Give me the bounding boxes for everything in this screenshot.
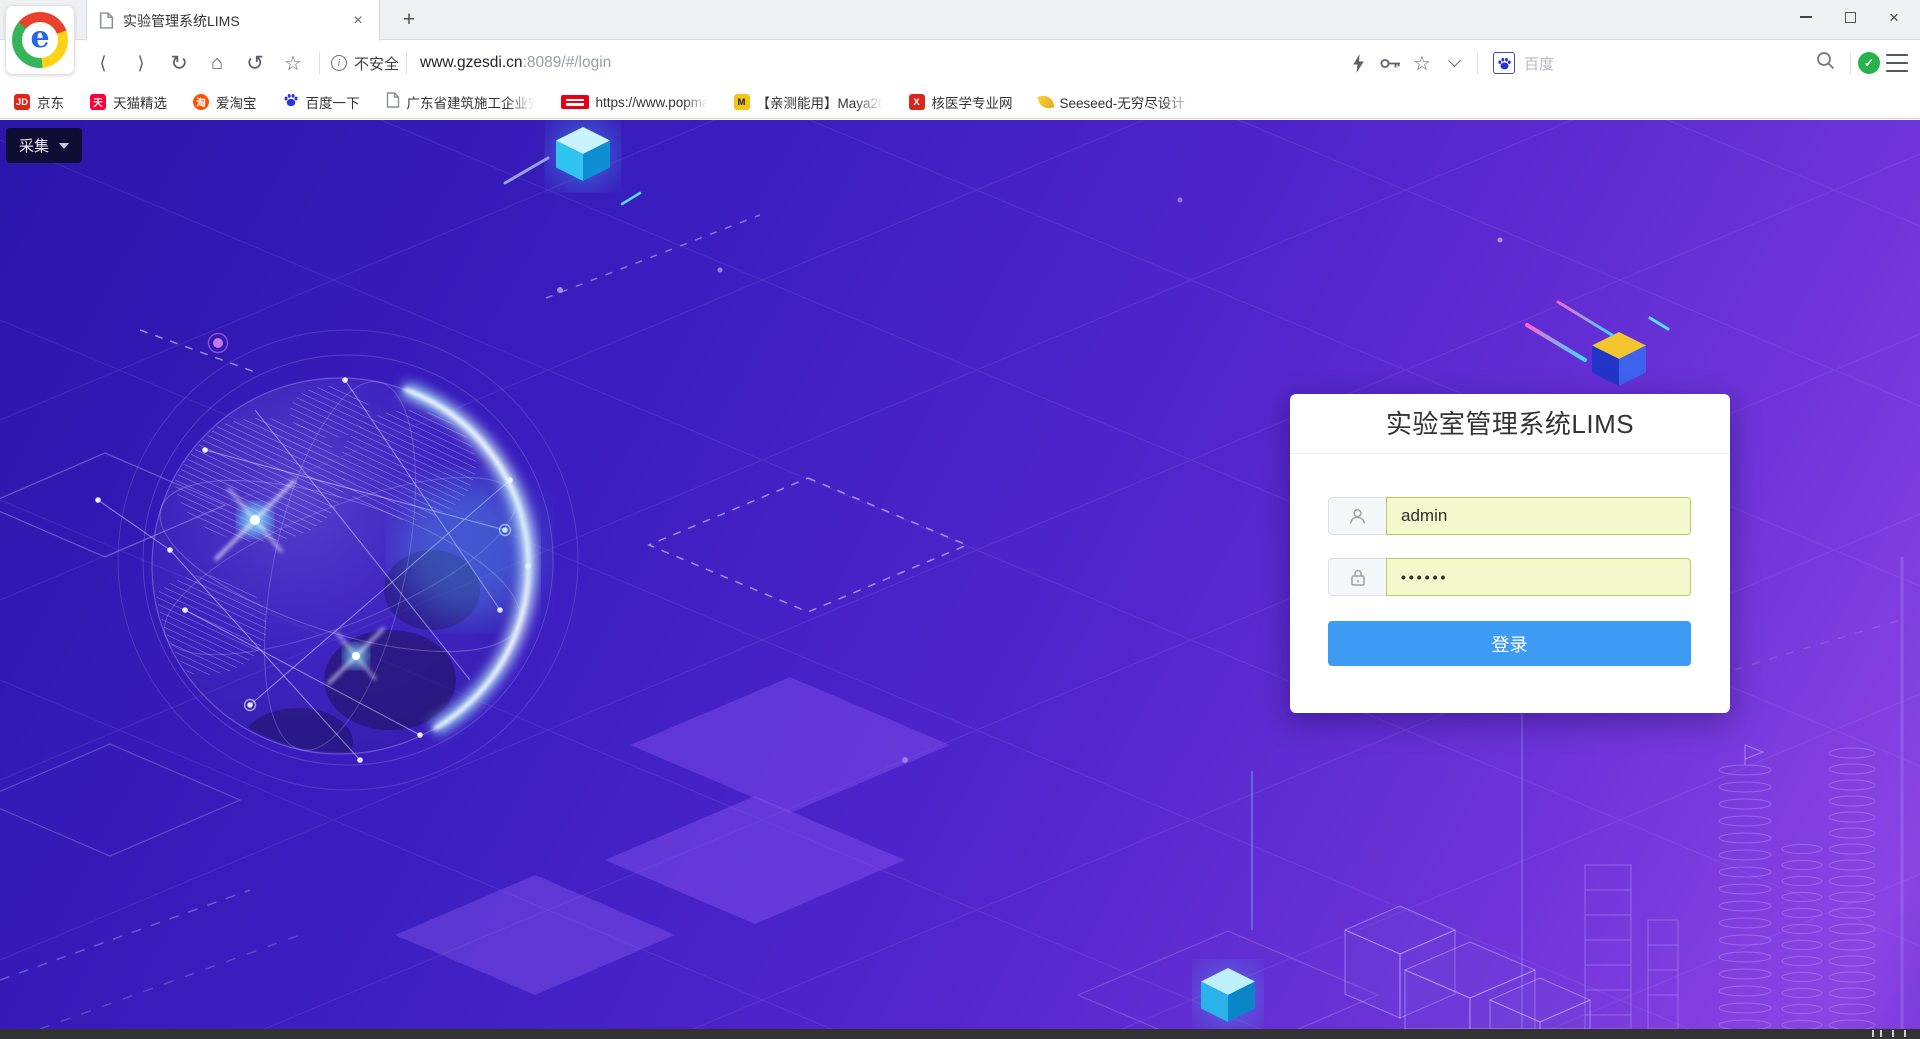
- address-bar[interactable]: www.gzesdi.cn :8089/#/login: [420, 54, 1342, 72]
- wire-towers: [1585, 865, 1678, 1029]
- favorite-star-button[interactable]: ☆: [274, 45, 312, 81]
- reload-button[interactable]: ↻: [160, 45, 198, 81]
- home-button[interactable]: ⌂: [198, 45, 236, 81]
- navigation-bar: ⟨ ⟩ ↻ ⌂ ↺ ☆ i 不安全 www.gzesdi.cn :8089/#/…: [0, 40, 1920, 86]
- taskbar-glyph: [1904, 1030, 1907, 1037]
- url-path: :8089/#/login: [523, 54, 612, 72]
- info-icon: i: [331, 55, 347, 71]
- bookmark-aitaobao[interactable]: 淘 爱淘宝: [193, 92, 257, 112]
- search-icon[interactable]: [1816, 51, 1835, 75]
- bottom-taskbar-strip: [0, 1029, 1920, 1039]
- seeseed-leaf-icon: [1037, 93, 1054, 110]
- bookmark-popmart[interactable]: https://www.popma: [561, 95, 708, 110]
- cube-top: [551, 122, 615, 186]
- undo-close-tab-button[interactable]: ↺: [236, 45, 274, 81]
- password-input[interactable]: [1386, 558, 1691, 596]
- bookmark-tmall[interactable]: 天 天猫精选: [90, 92, 167, 112]
- jd-icon: JD: [14, 94, 30, 110]
- url-host: www.gzesdi.cn: [420, 54, 523, 72]
- chevron-down-icon[interactable]: [1438, 46, 1470, 80]
- bookmarks-bar: JD 京东 天 天猫精选 淘 爱淘宝 百度一下 广东省建筑施工企业安 https…: [0, 86, 1920, 119]
- city-blocks: [1345, 906, 1590, 1029]
- window-maximize-button[interactable]: [1828, 2, 1872, 32]
- tab-title: 实验管理系统LIMS: [123, 11, 349, 31]
- coil-towers: [1719, 745, 1875, 1029]
- divider: [319, 52, 320, 74]
- bookmark-page-star-icon[interactable]: ☆: [1406, 46, 1438, 80]
- browser-logo-ring: e: [12, 12, 68, 68]
- taobao-icon: 淘: [193, 94, 209, 110]
- bookmark-baidu[interactable]: 百度一下: [283, 92, 360, 113]
- divider: [406, 52, 407, 74]
- nuclear-medicine-icon: X: [909, 94, 925, 110]
- login-card: 实验室管理系统LIMS 登录: [1290, 394, 1730, 713]
- divider: [1850, 52, 1851, 74]
- active-tab[interactable]: 实验管理系统LIMS ×: [86, 0, 380, 41]
- username-input[interactable]: [1386, 497, 1691, 535]
- search-placeholder: 百度: [1524, 53, 1816, 74]
- page-favicon-icon: [99, 12, 114, 29]
- lock-icon: [1328, 558, 1386, 596]
- taskbar-glyph: [1880, 1030, 1883, 1037]
- username-row: [1328, 497, 1691, 535]
- security-label: 不安全: [354, 53, 399, 74]
- baidu-engine-icon[interactable]: [1493, 52, 1515, 74]
- maximize-icon: [1845, 12, 1856, 23]
- cube-bottom: [1198, 965, 1258, 1025]
- browser-logo-letter: e: [22, 22, 58, 58]
- forward-button[interactable]: ⟩: [122, 45, 160, 81]
- login-button[interactable]: 登录: [1328, 621, 1691, 666]
- toolbar-search-box[interactable]: 百度: [1485, 46, 1843, 80]
- gradient-sparks: [505, 158, 1668, 360]
- maya-icon: M: [734, 94, 750, 110]
- tab-close-icon[interactable]: ×: [349, 12, 367, 30]
- divider: [1477, 52, 1478, 74]
- tmall-icon: 天: [90, 94, 106, 110]
- cube-right: [1592, 332, 1646, 386]
- minimize-icon: [1800, 16, 1812, 18]
- popmart-icon: [561, 95, 589, 109]
- window-minimize-button[interactable]: [1784, 2, 1828, 32]
- flash-lightning-icon[interactable]: [1342, 46, 1374, 80]
- bookmark-gdjz[interactable]: 广东省建筑施工企业安: [386, 92, 535, 113]
- bookmark-jd[interactable]: JD 京东: [14, 92, 64, 112]
- browser-logo[interactable]: e: [5, 5, 75, 75]
- bookmark-heyixue[interactable]: X 核医学专业网: [909, 92, 1013, 112]
- baidu-paw-icon: [283, 92, 299, 113]
- document-icon: [386, 92, 400, 113]
- menu-hamburger-icon[interactable]: [1884, 53, 1910, 73]
- collect-dropdown-button[interactable]: 采集: [6, 128, 82, 163]
- security-shield-icon[interactable]: ✓: [1858, 52, 1880, 74]
- user-icon: [1328, 497, 1386, 535]
- close-icon: ×: [1889, 9, 1899, 26]
- bookmark-maya[interactable]: M 【亲测能用】Maya20: [734, 92, 883, 112]
- caret-down-icon: [59, 143, 69, 149]
- back-button[interactable]: ⟨: [84, 45, 122, 81]
- password-row: [1328, 558, 1691, 596]
- page-content: 采集 实验室管理系统LIMS 登录: [0, 120, 1920, 1029]
- login-title: 实验室管理系统LIMS: [1290, 394, 1730, 454]
- password-key-icon[interactable]: [1374, 46, 1406, 80]
- collect-label: 采集: [19, 135, 49, 156]
- site-security-chip[interactable]: i 不安全: [331, 53, 399, 74]
- bookmark-seeseed[interactable]: Seeseed-无穷尽设计: [1039, 92, 1192, 112]
- globe-art: [95, 330, 578, 790]
- taskbar-glyph: [1892, 1030, 1895, 1037]
- taskbar-glyph: [1872, 1030, 1875, 1037]
- tab-bar: e 实验管理系统LIMS × + ×: [0, 0, 1920, 40]
- new-tab-button[interactable]: +: [396, 7, 422, 33]
- window-close-button[interactable]: ×: [1872, 2, 1916, 32]
- window-controls: ×: [1784, 0, 1916, 34]
